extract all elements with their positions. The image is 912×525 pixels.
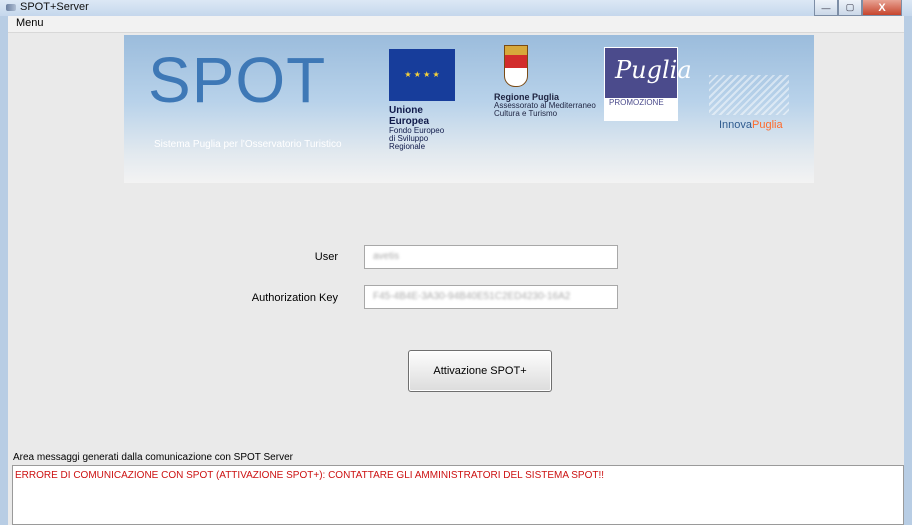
user-input[interactable]: avetis [364,245,618,269]
header-banner: SPOT Sistema Puglia per l'Osservatorio T… [124,35,814,183]
regione-sub2: Cultura e Turismo [494,109,558,118]
close-icon: X [878,1,886,14]
puglia-promozione-logo: Puglia PROMOZIONE [604,47,692,121]
authkey-label: Authorization Key [251,292,338,304]
spot-logo-text: SPOT [148,44,327,116]
messages-area[interactable]: ERRORE DI COMUNICAZIONE CON SPOT (ATTIVA… [12,465,904,525]
app-icon [6,4,16,11]
messages-label: Area messaggi generati dalla comunicazio… [13,452,293,463]
eu-title: Unione Europea [389,105,430,127]
title-bar[interactable]: SPOT+Server — ▢ X [0,0,912,16]
eu-sub2: di Sviluppo Regionale [389,134,429,151]
spot-logo: SPOT Sistema Puglia per l'Osservatorio T… [148,43,342,150]
user-input-value: avetis [373,251,400,262]
innovapuglia-logo: InnovaPuglia [709,75,809,135]
user-label: User [314,251,338,263]
regione-crest-icon [504,45,528,87]
innova-prefix: Innova [719,119,753,131]
minimize-button[interactable]: — [814,0,838,16]
close-button[interactable]: X [862,0,902,16]
authkey-input[interactable]: F45-4B4E-3A30-94B40E51C2ED4230-16A2 [364,285,618,309]
promo-word: PROMOZIONE [609,98,664,107]
regione-puglia-logo: Regione Puglia Assessorato al Mediterran… [494,45,604,118]
error-message: ERRORE DI COMUNICAZIONE CON SPOT (ATTIVA… [15,470,605,481]
app-window: SPOT+Server — ▢ X Menu SPOT Sistema Pugl… [0,0,912,525]
eu-flag-icon: ★ ★ ★ ★ [389,49,455,101]
maximize-icon: ▢ [845,2,855,12]
minimize-icon: — [821,2,831,13]
menu-bar: Menu [8,16,904,33]
menu-item-menu[interactable]: Menu [16,17,44,29]
eu-logo: ★ ★ ★ ★ Unione Europea Fondo Europeo di … [389,49,461,151]
window-title: SPOT+Server [20,1,89,13]
maximize-button[interactable]: ▢ [838,0,862,16]
activate-spot-button[interactable]: Attivazione SPOT+ [408,350,552,392]
innova-lines-icon [709,75,789,115]
authkey-input-value: F45-4B4E-3A30-94B40E51C2ED4230-16A2 [373,291,571,302]
spot-logo-subtitle: Sistema Puglia per l'Osservatorio Turist… [154,139,342,150]
promo-script: Puglia [615,56,692,84]
window-controls: — ▢ X [814,0,902,16]
innova-suffix: Puglia [752,119,783,131]
